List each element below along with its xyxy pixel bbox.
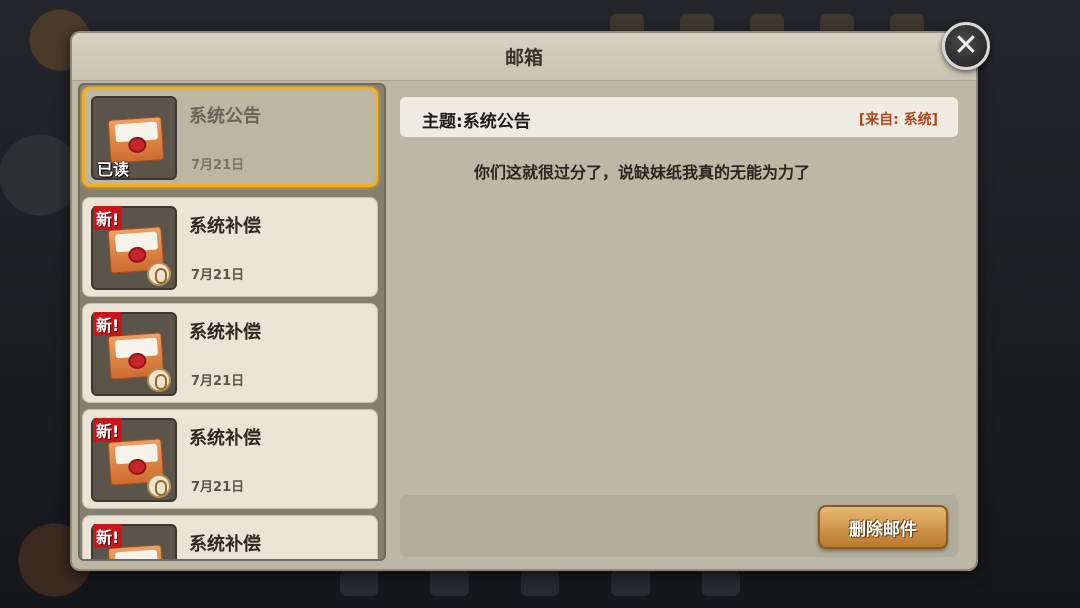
window-title: 邮箱 <box>504 47 543 69</box>
mail-subject: 系统补偿 <box>189 534 261 555</box>
read-badge: 已读 <box>97 160 130 179</box>
mail-detail-subject: 主题:系统公告 <box>422 112 531 132</box>
mail-subject: 系统公告 <box>189 106 261 127</box>
background-bottom-bar <box>340 566 741 600</box>
paperclip-icon <box>147 262 171 286</box>
new-badge: 新! <box>93 206 123 230</box>
paperclip-icon <box>147 368 171 392</box>
close-icon: ✕ <box>953 28 979 63</box>
mail-date: 7月21日 <box>191 480 245 495</box>
title-bar: 邮箱 <box>72 33 976 81</box>
mail-subject: 系统补偿 <box>189 322 261 343</box>
mail-item-compensation[interactable]: 新! 系统补偿 7月21日 <box>82 409 378 509</box>
paperclip-icon <box>147 474 171 498</box>
mail-list[interactable]: 已读 系统公告 7月21日 新! 系统补偿 7月21日 新! 系统补偿 7月21… <box>78 83 386 561</box>
mail-detail-body: 你们这就很过分了，说缺妹纸我真的无能为力了 <box>474 163 811 182</box>
mail-date: 7月21日 <box>191 158 245 173</box>
mail-date: 7月21日 <box>191 374 245 389</box>
close-button[interactable]: ✕ <box>942 22 990 70</box>
mail-icon: 新! <box>91 312 177 396</box>
mail-item-announcement[interactable]: 已读 系统公告 7月21日 <box>82 87 378 187</box>
new-badge: 新! <box>93 312 123 336</box>
new-badge: 新! <box>93 418 123 442</box>
mail-item-compensation[interactable]: 新! 系统补偿 7月21日 <box>82 303 378 403</box>
mail-icon: 已读 <box>91 96 177 180</box>
mail-item-compensation[interactable]: 新! 系统补偿 <box>82 515 378 559</box>
delete-mail-button[interactable]: 删除邮件 <box>818 505 948 549</box>
mail-icon: 新! <box>91 206 177 290</box>
mail-item-compensation[interactable]: 新! 系统补偿 7月21日 <box>82 197 378 297</box>
mail-date: 7月21日 <box>191 268 245 283</box>
mail-detail-panel: 主题:系统公告 [来自: 系统] 你们这就很过分了，说缺妹纸我真的无能为力了 删… <box>396 92 962 562</box>
action-bar: 删除邮件 <box>400 495 958 557</box>
mail-detail-sender: [来自: 系统] <box>858 112 938 128</box>
mail-icon: 新! <box>91 524 177 559</box>
mail-subject: 系统补偿 <box>189 428 261 449</box>
mail-icon: 新! <box>91 418 177 502</box>
mail-subject: 系统补偿 <box>189 216 261 237</box>
new-badge: 新! <box>93 524 123 548</box>
subject-bar: 主题:系统公告 [来自: 系统] <box>400 97 958 137</box>
